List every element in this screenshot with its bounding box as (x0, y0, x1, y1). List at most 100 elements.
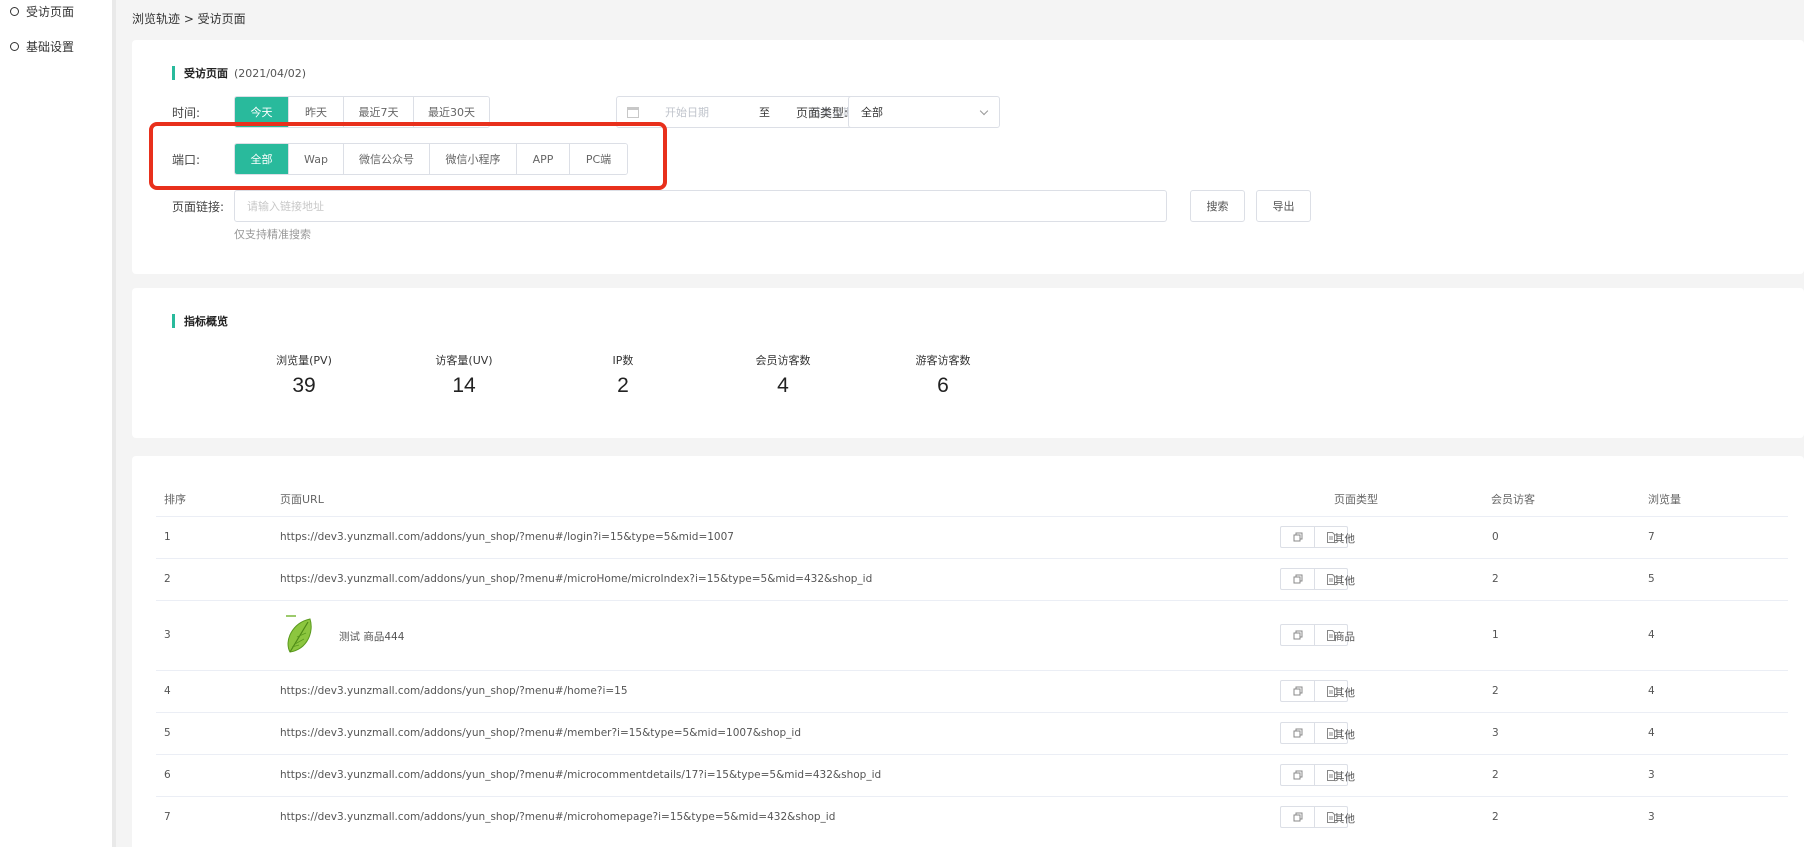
stat-value: 4 (777, 374, 789, 397)
cell-members: 0 (1492, 531, 1499, 543)
port-option-app[interactable]: APP (517, 144, 570, 174)
port-label: 端口: (172, 153, 201, 167)
table-row: 4 https://dev3.yunzmall.com/addons/yun_s… (156, 670, 1788, 712)
overview-card-title: 指标概览 (172, 314, 228, 328)
card-title-text: 受访页面 (184, 67, 228, 80)
stat-label: 浏览量(PV) (276, 354, 332, 367)
cell-type: 其他 (1334, 729, 1355, 741)
sidebar-item-visited-pages[interactable]: 受访页面 (10, 1, 74, 21)
sidebar-item-basic-settings[interactable]: 基础设置 (10, 36, 74, 56)
main-content: 浏览轨迹 > 受访页面 受访页面 (2021/04/02) 时间: 今天 昨天 … (116, 0, 1804, 847)
cell-rank: 5 (164, 727, 171, 739)
cell-views: 4 (1648, 629, 1655, 641)
chevron-down-icon (979, 106, 989, 115)
cell-url: https://dev3.yunzmall.com/addons/yun_sho… (280, 769, 882, 781)
cell-views: 4 (1648, 685, 1655, 697)
breadcrumb: 浏览轨迹 > 受访页面 (132, 12, 246, 26)
stat-value: 39 (292, 374, 316, 397)
cell-rank: 1 (164, 531, 171, 543)
table-row: 6 https://dev3.yunzmall.com/addons/yun_s… (156, 754, 1788, 796)
cell-rank: 3 (164, 629, 171, 641)
time-option-7days[interactable]: 最近7天 (344, 97, 414, 127)
date-range-separator: 至 (759, 106, 770, 119)
cell-rank: 2 (164, 573, 171, 585)
port-option-wap[interactable]: Wap (289, 144, 344, 174)
cell-rank: 6 (164, 769, 171, 781)
cell-views: 5 (1648, 573, 1655, 585)
cell-url: https://dev3.yunzmall.com/addons/yun_sho… (280, 811, 836, 823)
product-thumbnail (286, 615, 312, 653)
stat-member-visitors: 会员访客数 4 (713, 352, 853, 398)
table-row: 1 https://dev3.yunzmall.com/addons/yun_s… (156, 516, 1788, 558)
cell-type: 商品 (1334, 631, 1355, 643)
cell-type: 其他 (1334, 813, 1355, 825)
export-button[interactable]: 导出 (1256, 190, 1311, 222)
copy-icon[interactable] (1281, 569, 1314, 589)
cell-members: 3 (1492, 727, 1499, 739)
cell-members: 1 (1492, 629, 1499, 641)
copy-icon[interactable] (1281, 723, 1314, 743)
page-link-label: 页面链接: (172, 200, 225, 214)
table-row: 7 https://dev3.yunzmall.com/addons/yun_s… (156, 796, 1788, 838)
cell-members: 2 (1492, 685, 1499, 697)
stat-value: 14 (452, 374, 476, 397)
table-row: 2 https://dev3.yunzmall.com/addons/yun_s… (156, 558, 1788, 600)
cell-url: https://dev3.yunzmall.com/addons/yun_sho… (280, 727, 801, 739)
sidebar: 受访页面 基础设置 (0, 0, 112, 847)
cell-type: 其他 (1334, 687, 1355, 699)
copy-icon[interactable] (1281, 527, 1314, 547)
stat-guest-visitors: 游客访客数 6 (873, 352, 1013, 398)
copy-icon[interactable] (1281, 765, 1314, 785)
cell-product-name: 测试 商品444 (339, 631, 405, 643)
time-option-today[interactable]: 今天 (235, 97, 289, 127)
page-type-select[interactable]: 全部 (848, 96, 1000, 128)
sidebar-item-label: 受访页面 (26, 4, 75, 19)
start-date-input[interactable]: 开始日期 (665, 104, 709, 120)
time-button-group: 今天 昨天 最近7天 最近30天 (234, 96, 490, 128)
cell-url: https://dev3.yunzmall.com/addons/yun_sho… (280, 685, 628, 697)
stat-label: IP数 (612, 354, 634, 367)
copy-icon[interactable] (1281, 807, 1314, 827)
port-option-pc[interactable]: PC端 (570, 144, 627, 174)
exact-search-hint: 仅支持精准搜索 (234, 228, 311, 241)
stat-value: 2 (617, 374, 629, 397)
page-link-input[interactable] (234, 190, 1167, 222)
cell-type: 其他 (1334, 533, 1355, 545)
cell-members: 2 (1492, 769, 1499, 781)
column-header-url: 页面URL (280, 493, 324, 506)
stat-ip: IP数 2 (553, 352, 693, 398)
port-option-wechat-official[interactable]: 微信公众号 (344, 144, 430, 174)
page-type-label: 页面类型: (796, 106, 849, 120)
calendar-icon (627, 106, 639, 118)
cell-views: 7 (1648, 531, 1655, 543)
search-button[interactable]: 搜索 (1190, 190, 1245, 222)
radio-icon (10, 6, 19, 16)
column-header-type: 页面类型 (1334, 493, 1378, 506)
copy-icon[interactable] (1281, 625, 1314, 645)
copy-icon[interactable] (1281, 681, 1314, 701)
stat-label: 访客量(UV) (435, 354, 493, 367)
filter-card: 受访页面 (2021/04/02) 时间: 今天 昨天 最近7天 最近30天 端… (132, 40, 1804, 274)
port-option-wechat-mini[interactable]: 微信小程序 (430, 144, 517, 174)
cell-type: 其他 (1334, 771, 1355, 783)
stat-pv: 浏览量(PV) 39 (234, 352, 374, 398)
time-option-yesterday[interactable]: 昨天 (289, 97, 344, 127)
table-row: 5 https://dev3.yunzmall.com/addons/yun_s… (156, 712, 1788, 754)
radio-icon (10, 41, 19, 51)
cell-views: 3 (1648, 811, 1655, 823)
cell-rank: 4 (164, 685, 171, 697)
cell-url: https://dev3.yunzmall.com/addons/yun_sho… (280, 573, 873, 585)
filter-card-title: 受访页面 (2021/04/02) (172, 66, 306, 80)
cell-rank: 7 (164, 811, 171, 823)
page-type-value: 全部 (861, 106, 883, 119)
stat-label: 游客访客数 (915, 354, 971, 367)
stat-uv: 访客量(UV) 14 (394, 352, 534, 398)
port-option-all[interactable]: 全部 (235, 144, 289, 174)
sidebar-item-label: 基础设置 (26, 39, 75, 54)
column-header-rank: 排序 (164, 493, 186, 506)
port-button-group: 全部 Wap 微信公众号 微信小程序 APP PC端 (234, 143, 628, 175)
stat-label: 会员访客数 (755, 354, 811, 367)
column-header-views: 浏览量 (1648, 493, 1681, 506)
cell-type: 其他 (1334, 575, 1355, 587)
time-option-30days[interactable]: 最近30天 (414, 97, 489, 127)
